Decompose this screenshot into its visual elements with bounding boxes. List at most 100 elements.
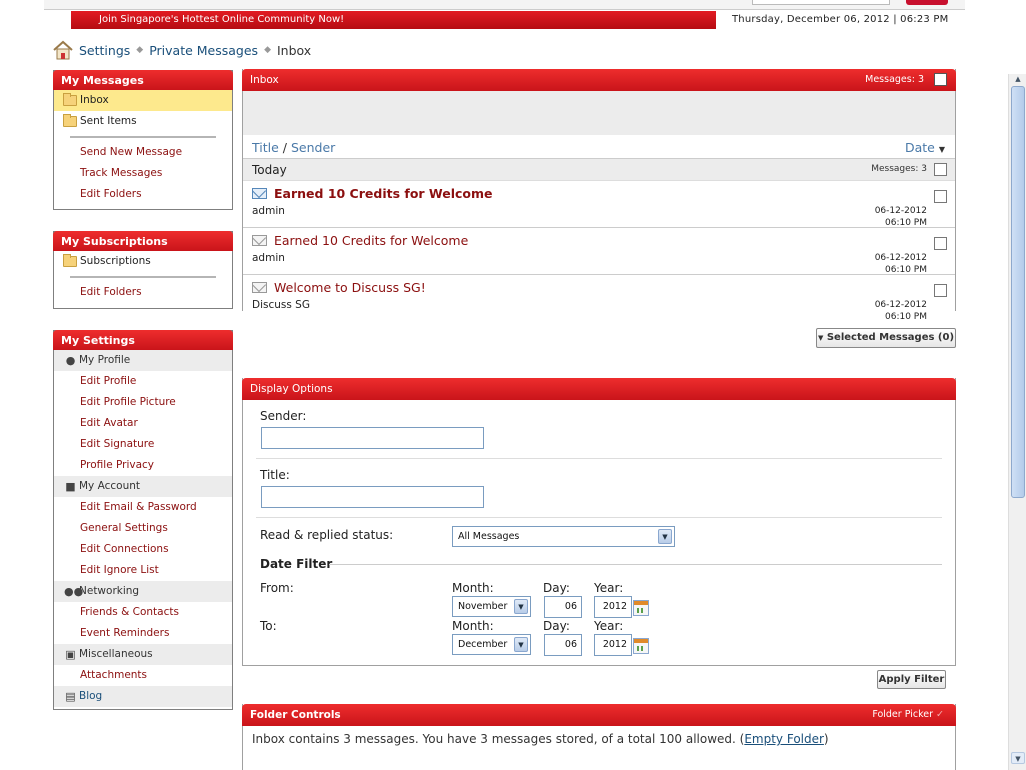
sidebar-item-subscriptions[interactable]: Subscriptions	[54, 251, 232, 272]
sender-input[interactable]	[261, 427, 484, 449]
message-checkbox[interactable]	[934, 237, 947, 250]
sidebar-item-attachments[interactable]: Attachments	[54, 665, 232, 686]
selected-messages-label: Selected Messages (0)	[826, 332, 955, 343]
message-title-link[interactable]: Welcome to Discuss SG!	[274, 280, 426, 295]
sidebar-item-general-settings[interactable]: General Settings	[54, 518, 232, 539]
people-icon: ●●	[64, 585, 84, 598]
settings-group-label: My Account	[79, 480, 141, 492]
message-row[interactable]: Earned 10 Credits for Welcome admin 06-1…	[243, 228, 955, 275]
sidebar-item-edit-profile[interactable]: Edit Profile	[54, 371, 232, 392]
sidebar-item-label: Sent Items	[80, 115, 137, 127]
scroll-up-icon[interactable]: ▲	[1011, 73, 1025, 85]
sidebar-item-profile-privacy[interactable]: Profile Privacy	[54, 455, 232, 476]
message-checkbox[interactable]	[934, 284, 947, 297]
message-title-link[interactable]: Earned 10 Credits for Welcome	[274, 186, 493, 201]
to-month-select[interactable]: December ▼	[452, 634, 531, 655]
vertical-scrollbar[interactable]: ▲ ▼	[1008, 74, 1026, 770]
sender-label: Sender:	[260, 409, 307, 423]
message-row[interactable]: Welcome to Discuss SG! Discuss SG 06-12-…	[243, 275, 955, 322]
sidebar-item-event-reminders[interactable]: Event Reminders	[54, 623, 232, 644]
divider	[54, 272, 232, 282]
breadcrumb-private-messages[interactable]: Private Messages	[149, 43, 258, 58]
date-filter-title: Date Filter	[260, 557, 333, 571]
settings-group-my-account[interactable]: ■ My Account	[54, 476, 232, 497]
breadcrumb-separator-icon: ◆	[136, 45, 144, 55]
my-settings-box: My Settings ● My Profile Edit Profile Ed…	[53, 330, 233, 710]
sidebar-item-edit-ignore-list[interactable]: Edit Ignore List	[54, 560, 232, 581]
sidebar-item-inbox[interactable]: Inbox	[54, 90, 232, 111]
select-all-checkbox[interactable]	[934, 73, 947, 86]
my-subscriptions-box: My Subscriptions Subscriptions Edit Fold…	[53, 231, 233, 309]
sidebar-item-edit-profile-picture[interactable]: Edit Profile Picture	[54, 392, 232, 413]
message-title-link[interactable]: Earned 10 Credits for Welcome	[274, 233, 468, 248]
message-checkbox[interactable]	[934, 190, 947, 203]
from-month-select[interactable]: November ▼	[452, 596, 531, 617]
calendar-icon[interactable]	[633, 638, 649, 654]
message-date: 06-12-2012 06:10 PM	[875, 252, 927, 276]
sidebar-item-edit-folders[interactable]: Edit Folders	[54, 184, 232, 205]
sidebar-item-edit-avatar[interactable]: Edit Avatar	[54, 413, 232, 434]
folder-picker-link[interactable]: Folder Picker ✓	[872, 704, 944, 726]
top-button[interactable]	[906, 0, 948, 5]
sidebar-item-friends-contacts[interactable]: Friends & Contacts	[54, 602, 232, 623]
to-month-value: December	[458, 639, 508, 650]
column-separator: /	[282, 140, 287, 155]
to-year-input[interactable]: 2012	[594, 634, 632, 656]
sidebar-item-edit-connections[interactable]: Edit Connections	[54, 539, 232, 560]
from-day-input[interactable]: 06	[544, 596, 582, 618]
divider	[256, 458, 942, 459]
promo-banner[interactable]: Join Singapore's Hottest Online Communit…	[71, 11, 716, 29]
settings-group-miscellaneous[interactable]: ▣ Miscellaneous	[54, 644, 232, 665]
folder-controls-panel: Folder Controls Folder Picker ✓ Inbox co…	[242, 704, 956, 770]
breadcrumb-separator-icon: ◆	[264, 45, 271, 55]
select-group-checkbox[interactable]	[934, 163, 947, 176]
status-select-value: All Messages	[458, 531, 520, 542]
sidebar-item-sent-items[interactable]: Sent Items	[54, 111, 232, 132]
sidebar-item-label: Inbox	[80, 94, 109, 106]
divider	[256, 517, 942, 518]
from-year-input[interactable]: 2012	[594, 596, 632, 618]
sidebar-item-edit-signature[interactable]: Edit Signature	[54, 434, 232, 455]
empty-folder-link[interactable]: Empty Folder	[744, 732, 824, 746]
sidebar-item-send-new-message[interactable]: Send New Message	[54, 142, 232, 163]
inbox-message-count: Messages: 3	[865, 74, 924, 85]
calendar-icon[interactable]	[633, 600, 649, 616]
selected-messages-button[interactable]: ▼ Selected Messages (0)	[816, 328, 956, 348]
message-row[interactable]: Earned 10 Credits for Welcome admin 06-1…	[243, 181, 955, 228]
sidebar-item-track-messages[interactable]: Track Messages	[54, 163, 232, 184]
folder-controls-title: Folder Controls	[250, 709, 341, 721]
apply-filter-button[interactable]: Apply Filter	[877, 670, 946, 689]
sidebar-item-edit-email-password[interactable]: Edit Email & Password	[54, 497, 232, 518]
to-month-label: Month:	[452, 619, 494, 633]
sidebar-item-edit-subscription-folders[interactable]: Edit Folders	[54, 282, 232, 303]
sort-by-sender-link[interactable]: Sender	[291, 140, 335, 155]
scrollbar-thumb[interactable]	[1011, 86, 1025, 498]
settings-group-networking[interactable]: ●● Networking	[54, 581, 232, 602]
page: Join Singapore's Hottest Online Communit…	[0, 0, 1026, 770]
breadcrumb: Settings ◆ Private Messages ◆ Inbox	[52, 40, 311, 60]
settings-group-blog[interactable]: ▤ Blog	[54, 686, 232, 707]
lock-icon: ■	[65, 480, 76, 493]
message-sender: admin	[252, 252, 285, 264]
my-messages-box: My Messages Inbox Sent Items Send New Me…	[53, 70, 233, 210]
to-year-label: Year:	[594, 619, 624, 633]
folder-icon	[63, 114, 77, 127]
folder-picker-label: Folder Picker	[872, 709, 933, 720]
top-search-input[interactable]	[752, 0, 890, 5]
to-day-input[interactable]: 06	[544, 634, 582, 656]
scroll-down-icon[interactable]: ▼	[1011, 752, 1025, 764]
home-icon[interactable]	[52, 40, 74, 60]
settings-group-label: Networking	[79, 585, 140, 597]
display-options-title: Display Options	[250, 383, 333, 395]
from-year-label: Year:	[594, 581, 624, 595]
message-date-time: 06:10 PM	[885, 312, 927, 322]
sort-by-title-link[interactable]: Title	[252, 140, 279, 155]
status-select[interactable]: All Messages ▼	[452, 526, 675, 547]
title-input[interactable]	[261, 486, 484, 508]
divider	[329, 564, 942, 565]
column-title-sender: Title / Sender	[252, 140, 335, 155]
breadcrumb-settings[interactable]: Settings	[79, 43, 130, 58]
settings-group-my-profile[interactable]: ● My Profile	[54, 350, 232, 371]
message-sender: Discuss SG	[252, 299, 310, 311]
sort-by-date-link[interactable]: Date ▼	[905, 140, 945, 155]
